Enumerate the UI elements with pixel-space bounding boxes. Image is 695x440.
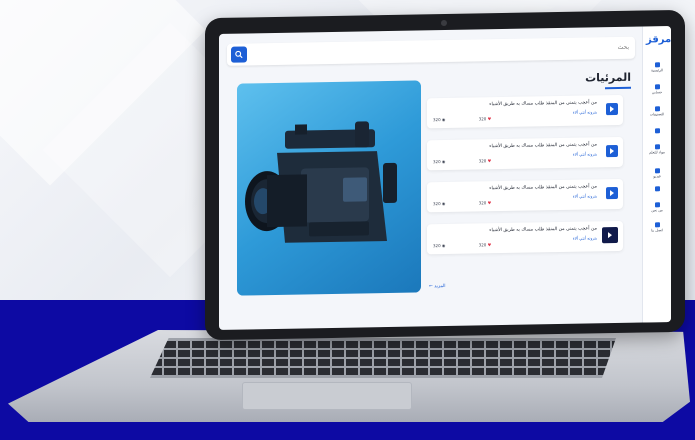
sidebar-item-categories[interactable]: التصنيفات <box>645 106 669 116</box>
doc-icon <box>654 186 660 192</box>
laptop-trackpad <box>242 382 412 410</box>
likes-count: 320 <box>478 116 487 122</box>
more-label: المزيد <box>434 283 446 290</box>
views-count: 320 <box>433 243 441 249</box>
sidebar-item-label: من نحن <box>651 208 663 213</box>
laptop-screen: مرقز الرئيسية حسابي التصنيفات مواد للتعل… <box>219 26 671 330</box>
item-author[interactable]: بترونه أنتي ألاء <box>573 109 597 114</box>
sidebar-item-contact[interactable]: اتصل بنا <box>645 222 669 232</box>
sidebar: مرقز الرئيسية حسابي التصنيفات مواد للتعل… <box>642 26 671 323</box>
eye-icon: ◉ <box>441 242 446 249</box>
sidebar-item-about[interactable]: من نحن <box>645 202 669 212</box>
item-title: من أعجب يتمنى من المنقذ طلب مساك به طريق… <box>489 142 597 150</box>
likes-count: 320 <box>478 158 487 164</box>
sidebar-item-label: اتصل بنا <box>651 228 663 233</box>
sidebar-item-docs[interactable] <box>645 186 669 192</box>
item-author[interactable]: بترونه أنتي ألاء <box>573 193 597 198</box>
page-title: المرئيات <box>585 70 631 85</box>
item-meta: 320 ◉ 320 ♥ <box>433 242 523 249</box>
logo[interactable]: مرقز <box>646 34 671 45</box>
heart-icon[interactable]: ♥ <box>488 158 492 163</box>
grid-icon <box>654 106 660 112</box>
video-icon <box>606 102 618 116</box>
book-icon <box>654 144 660 150</box>
title-underline <box>605 86 631 90</box>
webcam <box>441 19 447 27</box>
eye-icon: ◉ <box>441 200 446 207</box>
item-meta: 320 ◉ 320 ♥ <box>433 200 523 207</box>
list-item[interactable]: من أعجب يتمنى من المنقذ طلب مساك به طريق… <box>427 178 623 213</box>
sidebar-item-home[interactable]: الرئيسية <box>645 62 669 72</box>
sidebar-item-label: حسابي <box>651 90 663 95</box>
list-icon <box>654 128 660 134</box>
search-input[interactable] <box>253 39 629 63</box>
edit-icon <box>654 202 660 208</box>
heart-icon[interactable]: ♥ <box>488 200 492 205</box>
sidebar-item-label: فيديو <box>653 174 661 179</box>
sidebar-item-learning[interactable]: مواد للتعلم <box>645 144 669 154</box>
list-item[interactable]: من أعجب يتمنى من المنقذ طلب مساك به طريق… <box>427 136 623 171</box>
sidebar-item-account[interactable]: حسابي <box>645 84 669 94</box>
search-bar <box>227 36 635 66</box>
user-icon <box>654 84 660 90</box>
video-icon <box>606 186 618 200</box>
laptop-keyboard <box>150 338 616 378</box>
home-icon <box>654 62 660 68</box>
list-item[interactable]: من أعجب يتمنى من المنقذ طلب مساك به طريق… <box>427 220 623 255</box>
item-title: من أعجب يتمنى من المنقذ طلب مساك به طريق… <box>489 226 597 234</box>
mail-icon <box>654 222 660 228</box>
likes-count: 320 <box>478 200 487 206</box>
video-thumbnail <box>602 226 618 244</box>
sidebar-item-label: التصنيفات <box>649 112 665 117</box>
heart-icon[interactable]: ♥ <box>488 242 492 247</box>
sidebar-item-label: الرئيسية <box>650 68 664 73</box>
item-title: من أعجب يتمنى من المنقذ طلب مساك به طريق… <box>489 184 597 192</box>
item-meta: 320 ◉ 320 ♥ <box>433 116 523 123</box>
views-count: 320 <box>433 117 441 123</box>
item-author[interactable]: بترونه أنتي ألاء <box>573 151 597 156</box>
more-link[interactable]: ← المزيد <box>429 284 446 289</box>
arrow-left-icon: ← <box>429 284 433 290</box>
camera-icon <box>245 121 397 243</box>
sidebar-item-list[interactable] <box>645 128 669 134</box>
eye-icon: ◉ <box>441 158 446 165</box>
heart-icon[interactable]: ♥ <box>488 116 492 121</box>
video-icon <box>606 144 618 158</box>
laptop-lid: مرقز الرئيسية حسابي التصنيفات مواد للتعل… <box>205 9 685 341</box>
search-icon <box>235 50 243 59</box>
item-title: من أعجب يتمنى من المنقذ طلب مساك به طريق… <box>489 100 597 108</box>
eye-icon: ◉ <box>441 116 446 123</box>
list-item[interactable]: من أعجب يتمنى من المنقذ طلب مساك به طريق… <box>427 94 623 129</box>
hero-image <box>237 80 421 296</box>
views-count: 320 <box>433 159 441 165</box>
likes-count: 320 <box>478 242 487 248</box>
sidebar-item-label: مواد للتعلم <box>649 150 665 155</box>
views-count: 320 <box>433 201 441 207</box>
search-button[interactable] <box>231 46 247 63</box>
video-icon <box>654 168 660 174</box>
item-author[interactable]: بترونه أنتي ألاء <box>573 235 597 240</box>
item-meta: 320 ◉ 320 ♥ <box>433 158 523 165</box>
sidebar-item-video[interactable]: فيديو <box>645 168 669 178</box>
